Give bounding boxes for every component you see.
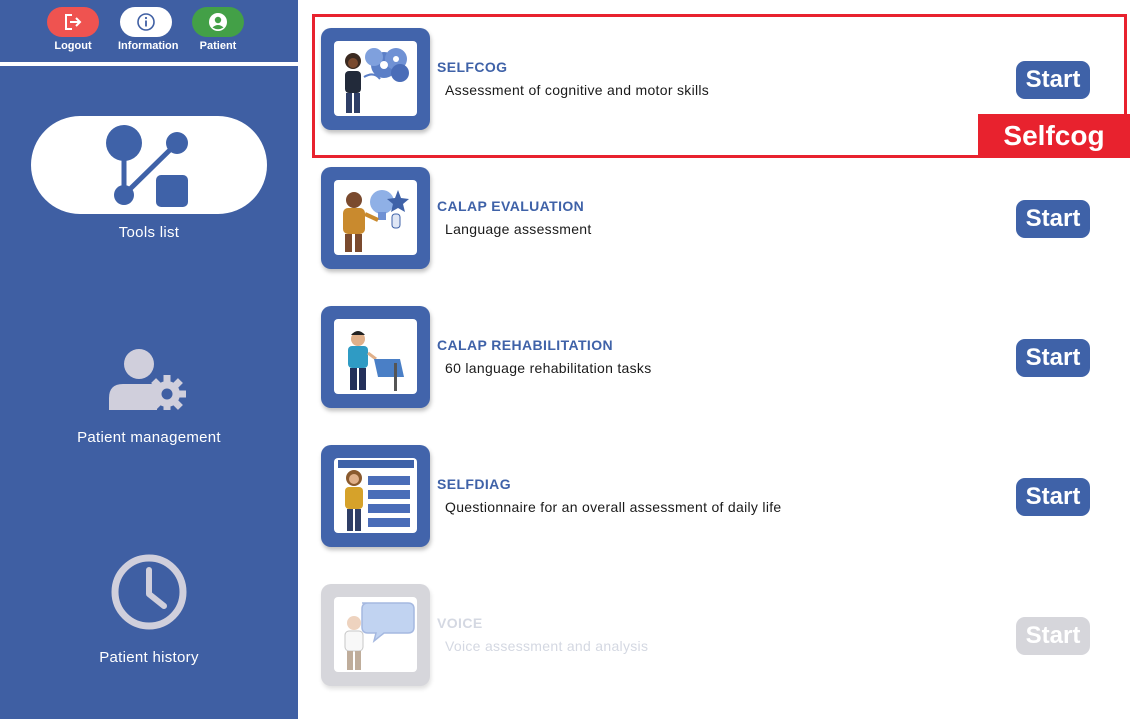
patient-label: Patient: [199, 40, 237, 52]
start-button[interactable]: Start: [1016, 478, 1090, 516]
tool-description: Voice assessment and analysis: [445, 638, 649, 654]
tool-name: CALAP REHABILITATION: [437, 337, 613, 353]
logout-label: Logout: [54, 40, 92, 52]
information-pill: [120, 7, 172, 37]
tool-description: Language assessment: [445, 221, 592, 237]
start-button[interactable]: Start: [1016, 200, 1090, 238]
highlight-label: Selfcog: [978, 114, 1130, 158]
tool-row-voice: VOICE Voice assessment and analysis Star…: [312, 573, 1130, 701]
calap-rehabilitation-illustration: [334, 319, 417, 394]
tool-description: Questionnaire for an overall assessment …: [445, 499, 782, 515]
start-button[interactable]: Start: [1016, 339, 1090, 377]
tool-row-calap-evaluation: CALAP EVALUATION Language assessment Sta…: [312, 156, 1130, 284]
selfcog-illustration: [334, 41, 417, 116]
information-label: Information: [118, 40, 179, 52]
patient-button[interactable]: Patient: [190, 7, 246, 52]
info-icon: [137, 13, 155, 31]
tool-thumbnail: [321, 445, 430, 547]
user-circle-icon: [209, 13, 227, 31]
top-actions: Logout Information Patient: [0, 0, 298, 62]
tool-thumbnail: [321, 28, 430, 130]
tool-row-calap-rehabilitation: CALAP REHABILITATION 60 language rehabil…: [312, 295, 1130, 423]
information-button[interactable]: Information: [118, 7, 179, 52]
selfdiag-illustration: [334, 458, 417, 533]
clock-icon: [111, 554, 187, 630]
tool-description: 60 language rehabilitation tasks: [445, 360, 652, 376]
start-button: Start: [1016, 617, 1090, 655]
tool-name: SELFDIAG: [437, 476, 511, 492]
logout-button[interactable]: Logout: [45, 7, 101, 52]
nav-label-patient-management: Patient management: [77, 429, 221, 446]
tool-thumbnail: [321, 167, 430, 269]
tools-list-pill: [31, 116, 267, 214]
nav-label-tools-list: Tools list: [118, 224, 180, 241]
tool-description: Assessment of cognitive and motor skills: [445, 82, 710, 98]
nav-label-patient-history: Patient history: [99, 649, 199, 666]
voice-illustration: [334, 597, 417, 672]
user-gear-icon: [109, 349, 186, 413]
tools-nodes-icon: [106, 125, 188, 207]
start-button[interactable]: Start: [1016, 61, 1090, 99]
tool-thumbnail: [321, 584, 430, 686]
patient-pill: [192, 7, 244, 37]
tool-row-selfdiag: SELFDIAG Questionnaire for an overall as…: [312, 434, 1130, 562]
tool-name: SELFCOG: [437, 59, 508, 75]
sidebar-separator: [0, 62, 298, 66]
tool-name: VOICE: [437, 615, 483, 631]
calap-evaluation-illustration: [334, 180, 417, 255]
nav-item-tools-list[interactable]: Tools list: [0, 116, 298, 241]
logout-icon: [65, 14, 82, 30]
logout-pill: [47, 7, 99, 37]
sidebar: Logout Information Patient Tools list Pa…: [0, 0, 298, 719]
tool-thumbnail: [321, 306, 430, 408]
tool-name: CALAP EVALUATION: [437, 198, 585, 214]
nav-item-patient-management[interactable]: Patient management: [0, 344, 298, 446]
nav-item-patient-history[interactable]: Patient history: [0, 552, 298, 666]
